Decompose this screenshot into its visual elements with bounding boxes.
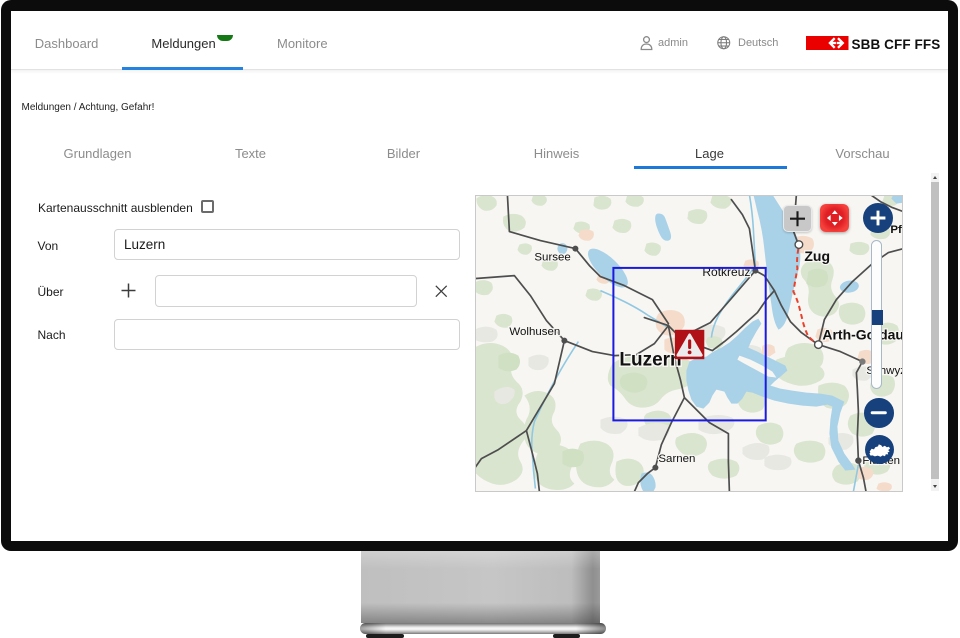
svg-text:Zug: Zug	[804, 248, 830, 264]
svg-text:Sarnen: Sarnen	[658, 453, 695, 465]
svg-text:Luzern: Luzern	[619, 350, 681, 371]
svg-text:Arth-Goldau: Arth-Goldau	[822, 327, 902, 343]
svg-text:Sursee: Sursee	[534, 252, 570, 264]
svg-text:Wolhusen: Wolhusen	[509, 326, 560, 338]
